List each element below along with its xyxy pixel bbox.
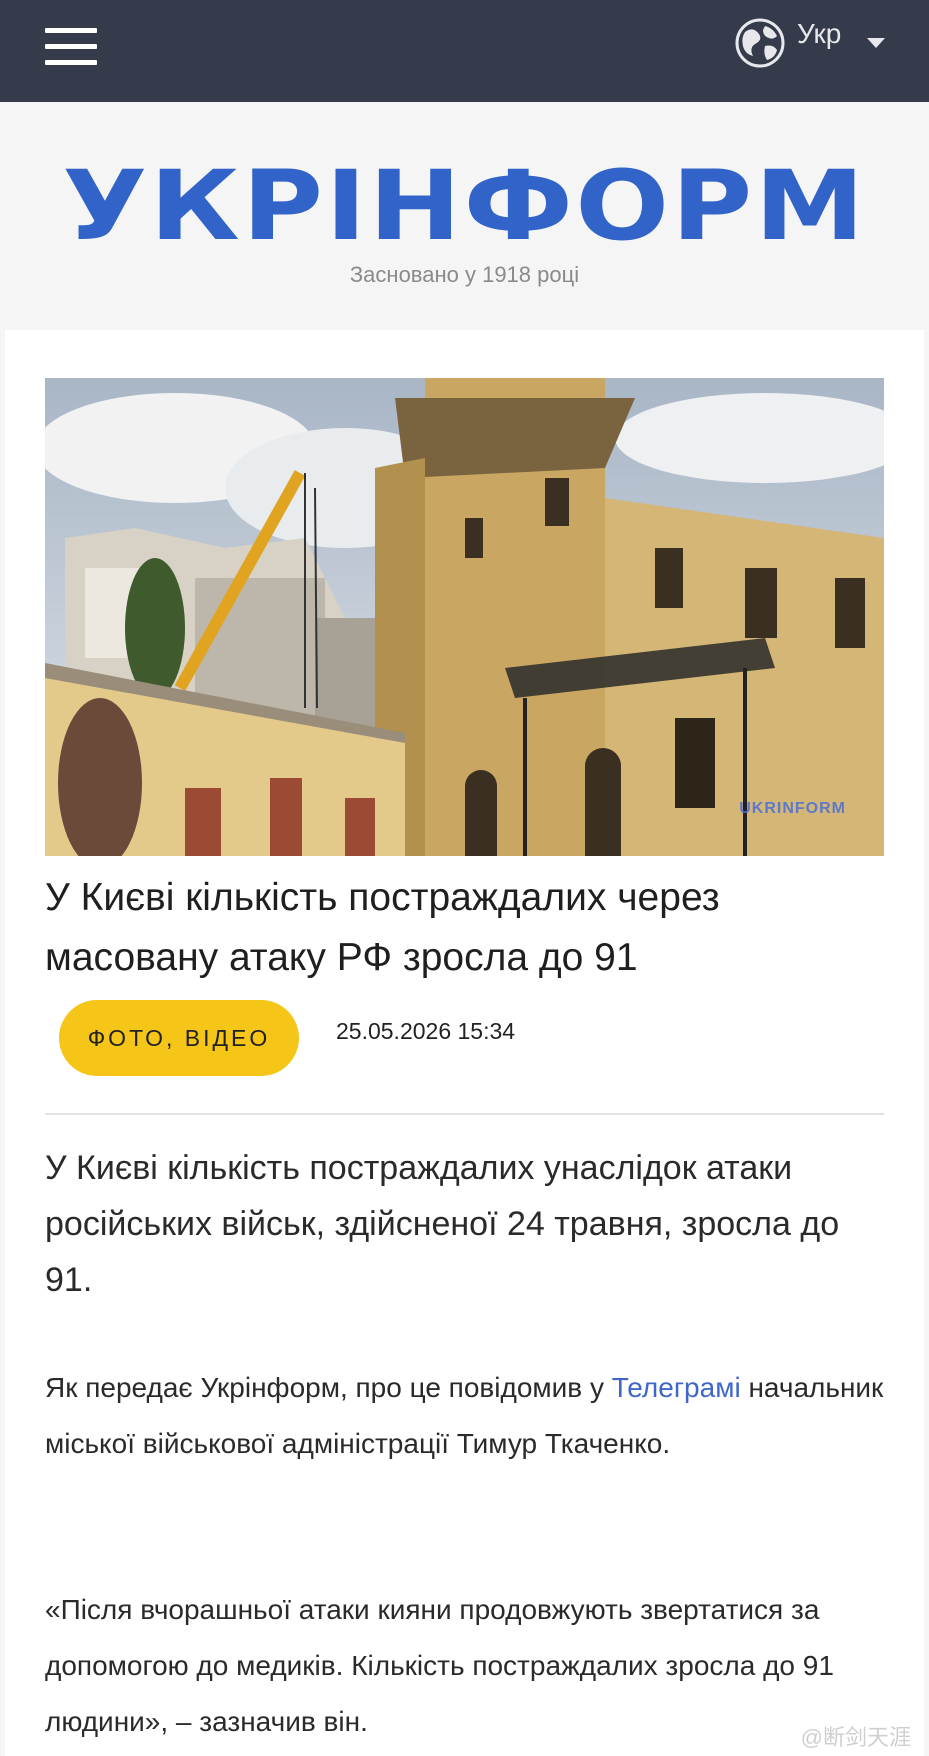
globe-icon [735, 18, 785, 68]
weibo-watermark: @断剑天涯 [800, 1725, 911, 1750]
category-tag-button[interactable]: ФОТО, ВІДЕО [59, 1000, 299, 1076]
article-container: UKRINFORM У Києві кількість постраждалих… [5, 330, 924, 1756]
top-bar: Укр [0, 0, 929, 102]
language-label: Укр [797, 18, 842, 49]
telegram-link[interactable]: Телеграмі [612, 1372, 741, 1403]
language-selector[interactable]: Укр [735, 16, 895, 72]
article-paragraph: Як передає Укрінформ, про це повідомив у… [45, 1360, 895, 1472]
caret-down-icon [867, 38, 885, 48]
hamburger-menu-icon[interactable] [45, 28, 97, 66]
divider [45, 1113, 884, 1115]
image-watermark: UKRINFORM [739, 800, 846, 817]
masthead: УКРІНФОРМ Засновано у 1918 році [0, 102, 929, 330]
paragraph-text: Як передає Укрінформ, про це повідомив у [45, 1372, 612, 1403]
article-date: 25.05.2026 15:34 [336, 1018, 516, 1044]
site-logo[interactable]: УКРІНФОРМ [0, 158, 929, 254]
site-tagline: Засновано у 1918 році [349, 262, 580, 287]
article-hero-image: UKRINFORM [45, 378, 884, 856]
article-lead: У Києві кількість постраждалих унаслідок… [45, 1149, 840, 1299]
article-title: У Києві кількість постраждалих через мас… [45, 876, 720, 979]
article-quote-paragraph: «Після вчорашньої атаки кияни продовжуют… [45, 1594, 834, 1737]
